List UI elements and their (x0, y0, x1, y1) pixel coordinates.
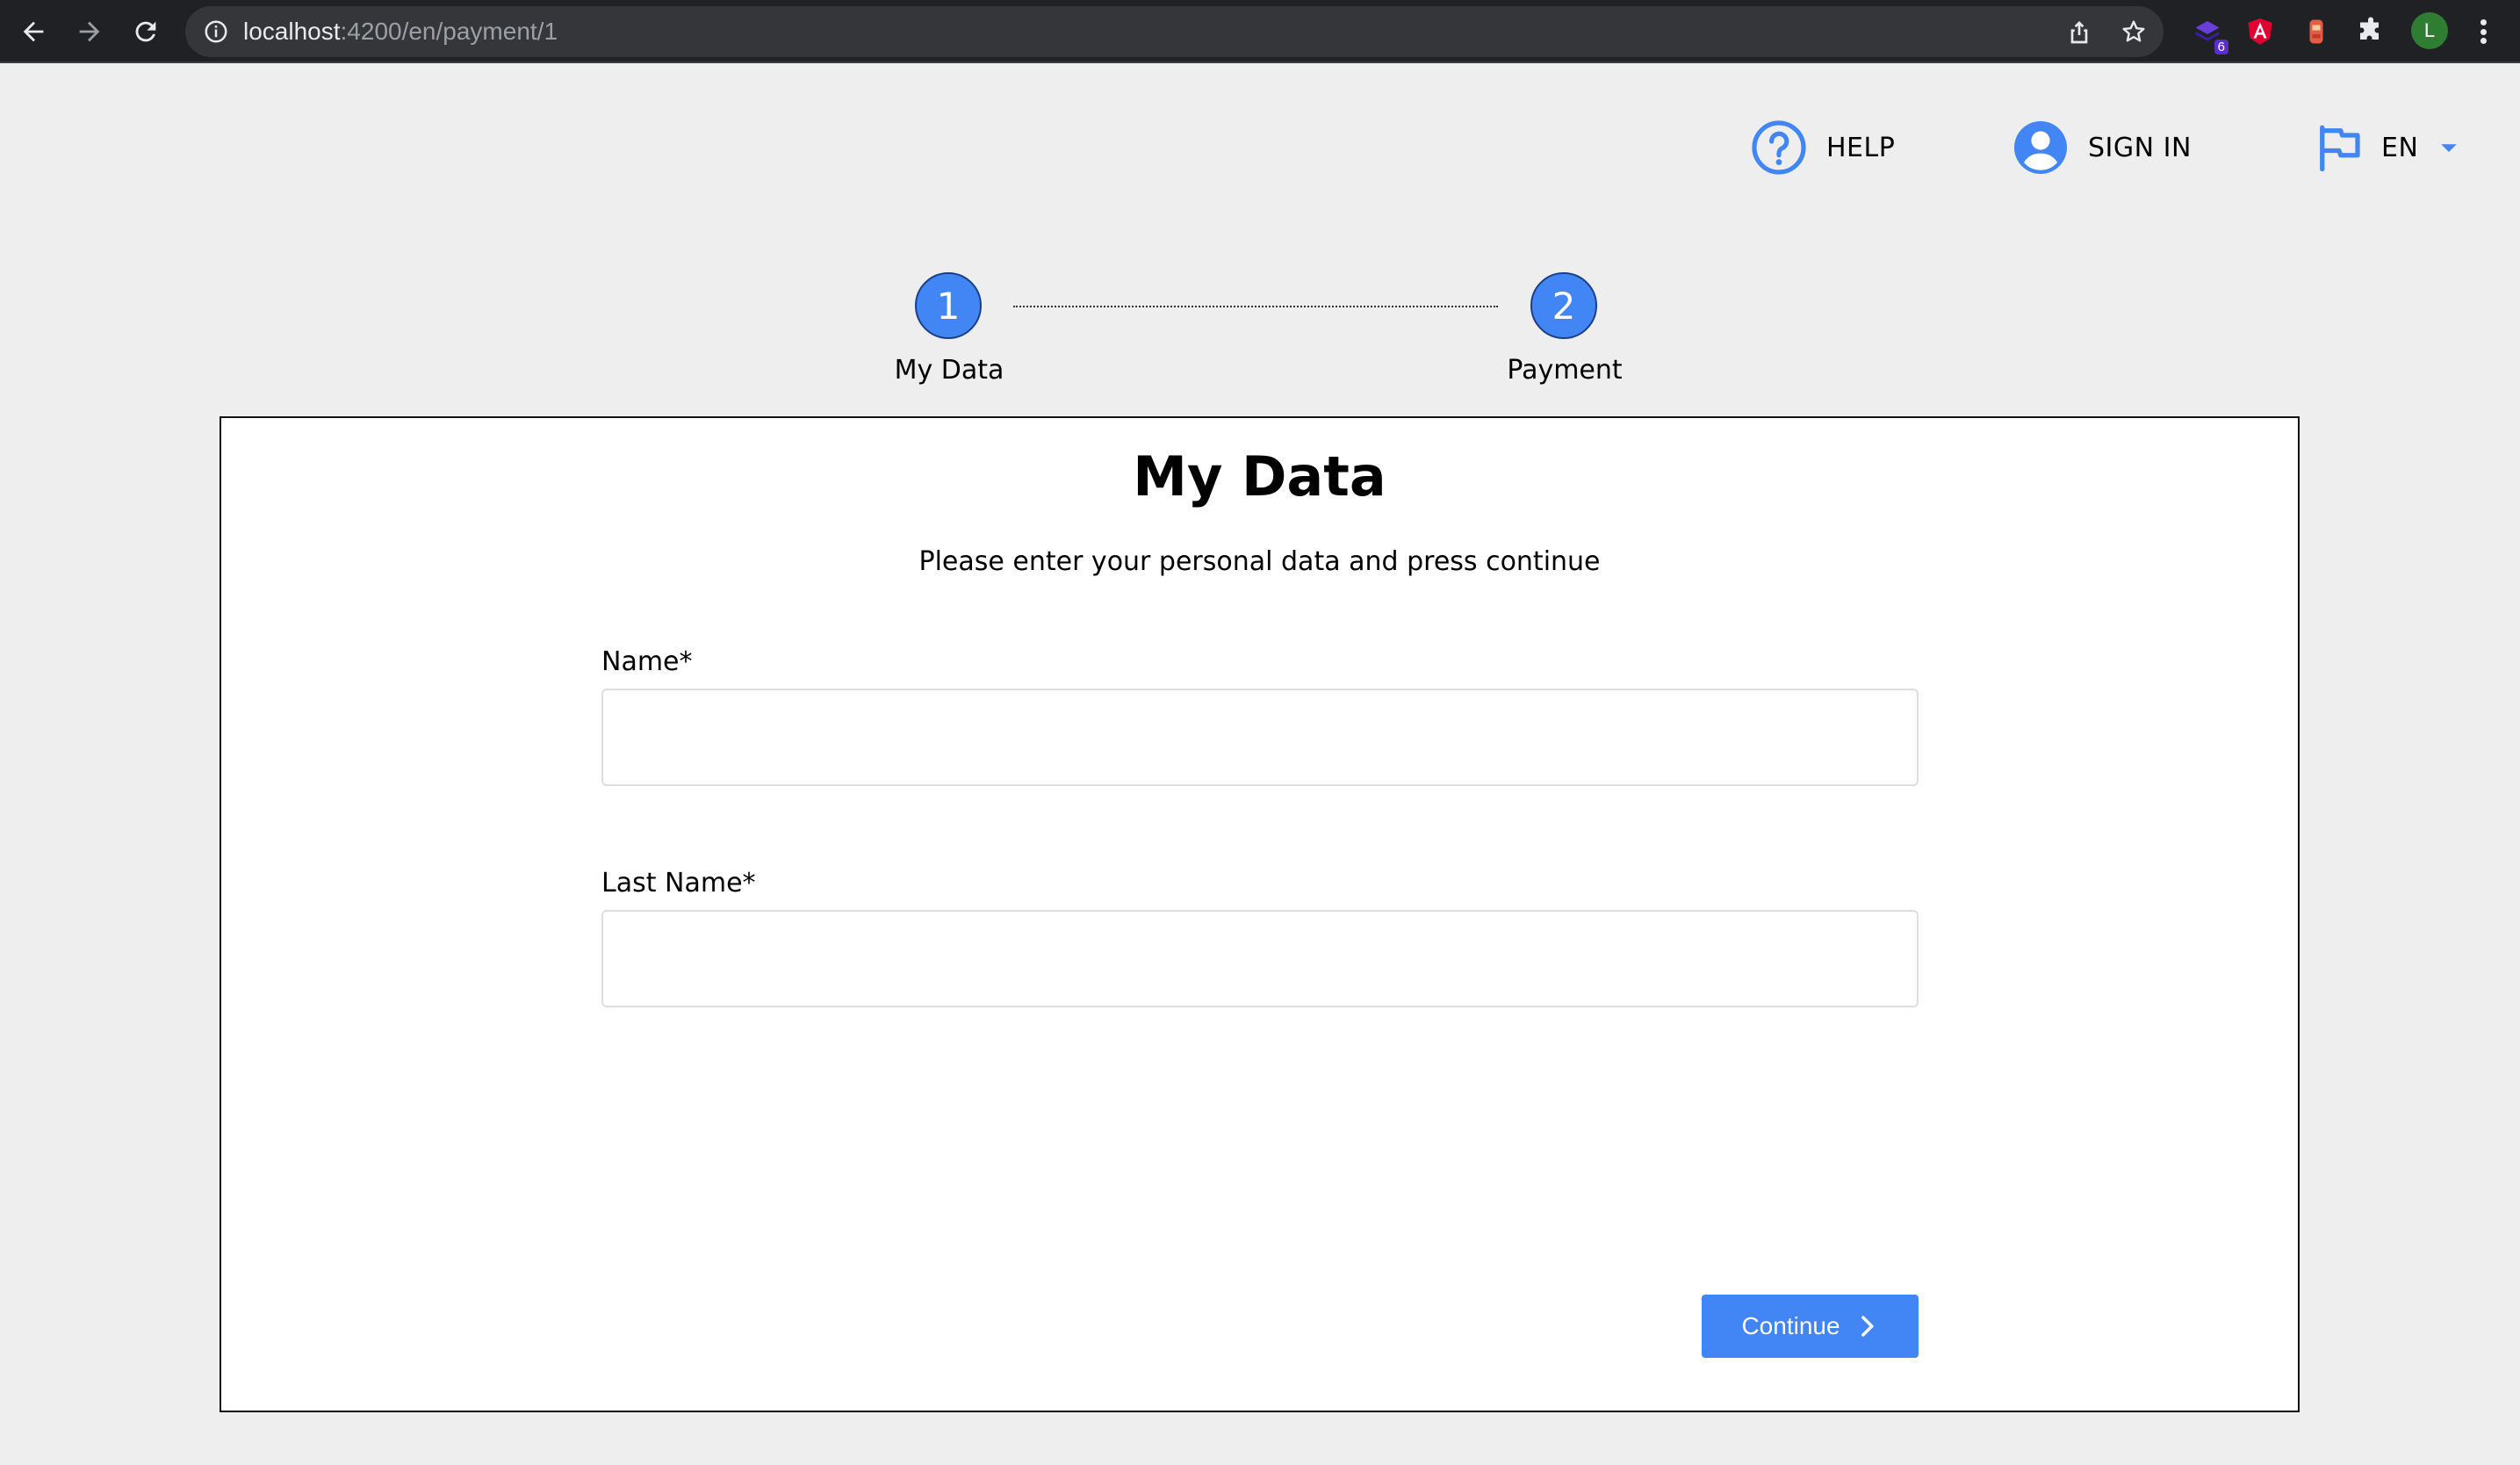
user-account-icon (2014, 121, 2067, 174)
extension-badge: 6 (2214, 40, 2228, 54)
last-name-input[interactable] (601, 910, 1919, 1007)
sign-in-link[interactable]: SIGN IN (2012, 119, 2192, 176)
form-title: My Data (1133, 444, 1386, 509)
continue-button[interactable]: Continue (1702, 1295, 1919, 1358)
last-name-field-label: Last Name* (601, 868, 756, 898)
chevron-down-icon (2441, 144, 2458, 152)
url-host: localhost (243, 18, 341, 45)
step-2-label: Payment (1507, 355, 1623, 386)
name-field-label: Name* (601, 646, 693, 677)
extension-figure-icon[interactable] (2299, 14, 2334, 49)
chevron-right-icon (1861, 1316, 1874, 1337)
angular-devtools-icon[interactable] (2243, 14, 2278, 49)
bookmark-star-icon[interactable] (2120, 18, 2148, 46)
step-1-indicator[interactable]: 1 (915, 272, 982, 339)
share-icon[interactable] (2065, 18, 2093, 46)
help-link[interactable]: HELP (1751, 119, 1895, 176)
url-text: localhost:4200/en/payment/1 (243, 6, 558, 57)
step-2-indicator[interactable]: 2 (1530, 272, 1597, 339)
reload-icon[interactable] (126, 12, 165, 51)
help-circle-icon (1752, 120, 1806, 175)
extension-stack-icon[interactable]: 6 (2190, 14, 2228, 54)
url-path: :4200/en/payment/1 (340, 18, 558, 45)
puzzle-piece-icon[interactable] (2353, 14, 2388, 49)
step-1-label: My Data (894, 355, 1004, 386)
browser-menu-icon[interactable] (2473, 14, 2494, 49)
info-icon[interactable] (203, 18, 229, 45)
browser-toolbar: localhost:4200/en/payment/1 6 L (0, 0, 2520, 63)
forward-arrow-icon[interactable] (70, 12, 109, 51)
profile-avatar[interactable]: L (2411, 12, 2448, 49)
address-bar[interactable]: localhost:4200/en/payment/1 (185, 6, 2164, 57)
help-label: HELP (1826, 132, 1896, 163)
continue-button-label: Continue (1741, 1312, 1840, 1339)
language-selector[interactable]: EN (2315, 119, 2462, 176)
stepper-connector (1013, 306, 1498, 307)
flag-icon (2320, 125, 2360, 172)
back-arrow-icon[interactable] (14, 12, 53, 51)
name-input[interactable] (601, 689, 1919, 786)
language-label: EN (2381, 132, 2419, 163)
form-subtitle: Please enter your personal data and pres… (918, 546, 1601, 577)
my-data-form-card: My Data Please enter your personal data … (220, 416, 2300, 1412)
sign-in-label: SIGN IN (2088, 132, 2192, 163)
